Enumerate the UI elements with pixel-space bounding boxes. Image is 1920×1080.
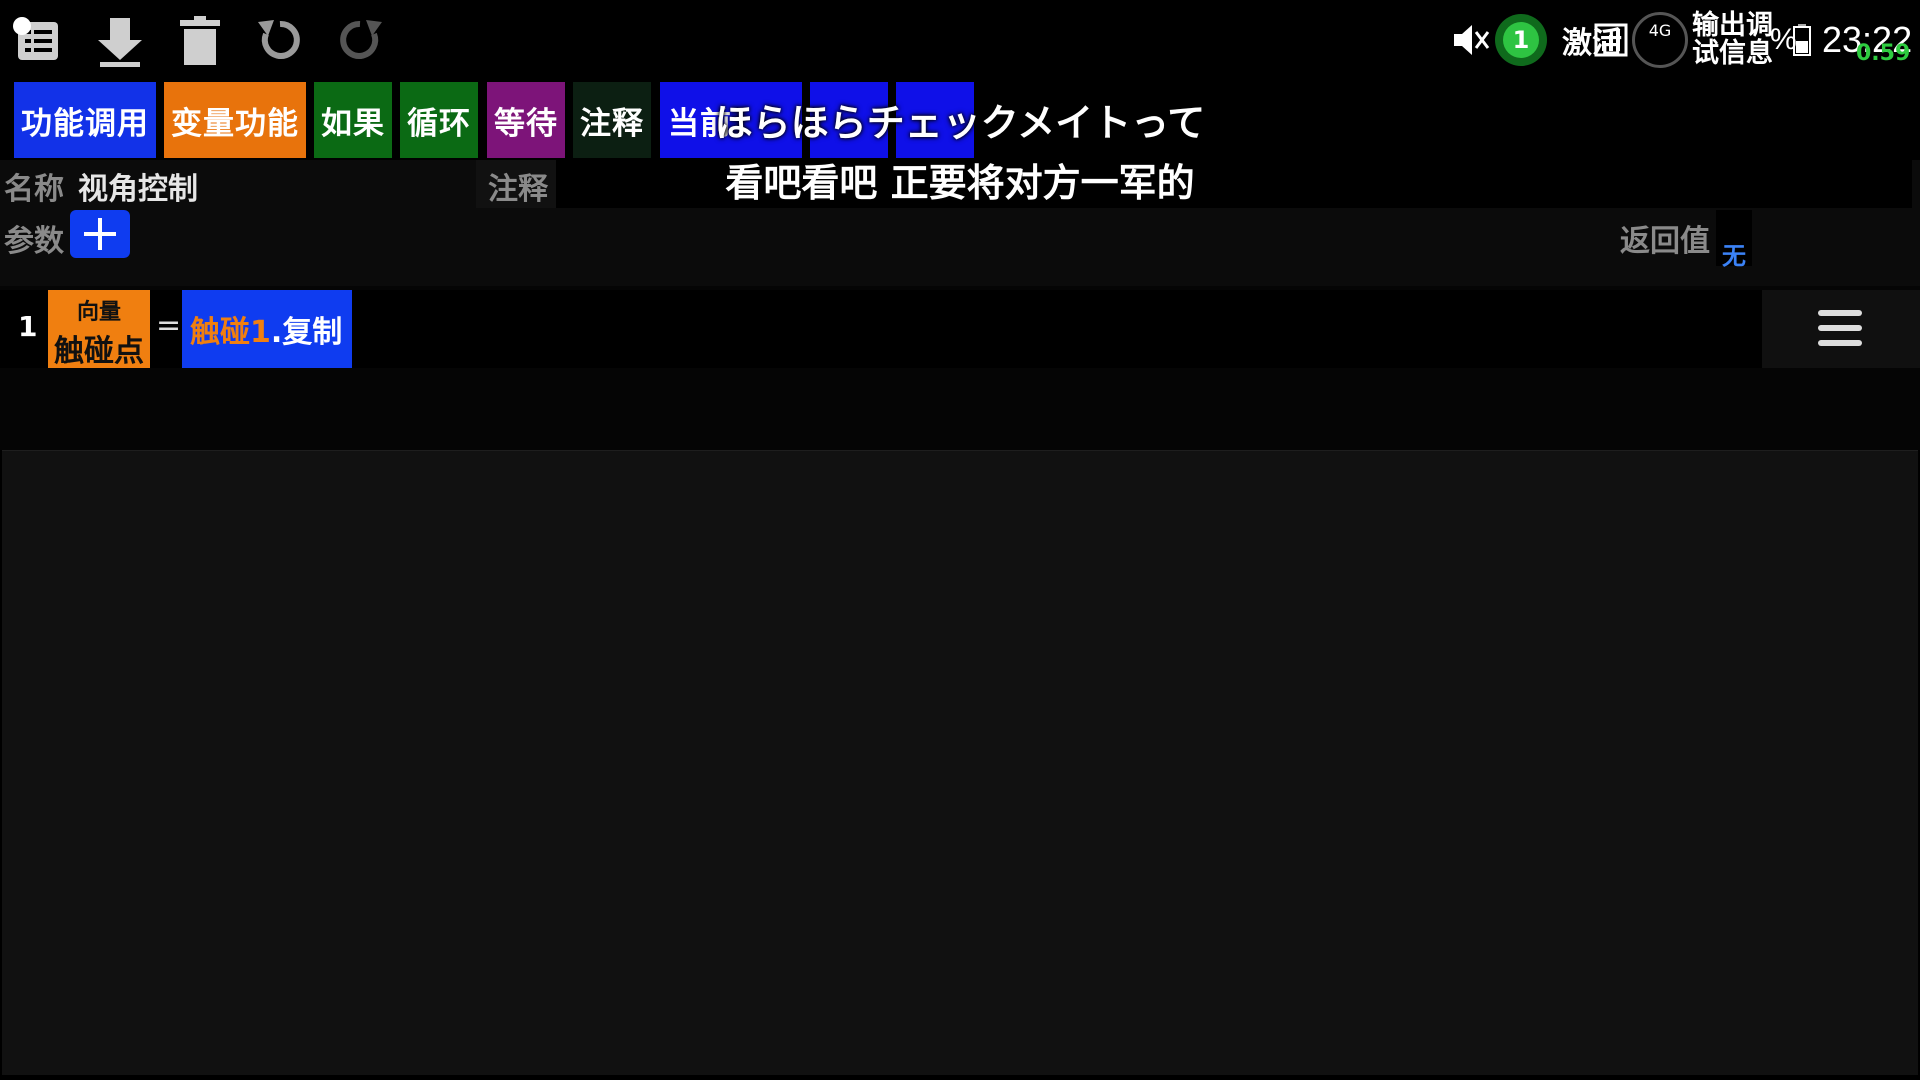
redo-icon[interactable] bbox=[330, 10, 390, 70]
value-method: .复制 bbox=[270, 315, 343, 350]
workspace-canvas[interactable] bbox=[2, 450, 1918, 1075]
return-value: 无 bbox=[1722, 242, 1746, 270]
return-label: 返回值 bbox=[1620, 224, 1710, 259]
mute-icon bbox=[1450, 10, 1490, 70]
value-block[interactable]: 触碰1 .复制 bbox=[182, 290, 352, 368]
params-row: 参数 返回值 无 bbox=[0, 208, 1920, 286]
line-number: 1 bbox=[18, 310, 38, 343]
subtitle-line-2: 看吧看吧 正要将对方一军的 bbox=[725, 161, 1195, 205]
list-icon[interactable] bbox=[8, 10, 68, 70]
add-param-button[interactable] bbox=[70, 210, 130, 258]
debug-output-toggle[interactable]: 输出调 试信息 bbox=[1692, 10, 1773, 70]
variable-block[interactable]: 向量 触碰点 bbox=[48, 290, 150, 369]
top-toolbar: 1 激活 4G 输出调 试信息 % 23:22 0.59 bbox=[0, 0, 1920, 80]
assign-operator: = bbox=[156, 308, 182, 343]
return-value-box[interactable]: 无 bbox=[1716, 210, 1752, 270]
variable-name: 触碰点 bbox=[54, 334, 144, 369]
params-label: 参数 bbox=[4, 224, 64, 259]
value-object: 触碰1 bbox=[190, 315, 271, 350]
network-indicator: 4G bbox=[1632, 10, 1688, 70]
variable-type: 向量 bbox=[76, 300, 121, 325]
code-line-1[interactable]: 1 向量 触碰点 = 触碰1 .复制 bbox=[0, 290, 1762, 369]
speed-readout: 0.59 bbox=[1856, 38, 1910, 68]
line-menu-button[interactable] bbox=[1762, 290, 1920, 368]
output-line-1: 输出调 bbox=[1692, 10, 1773, 41]
subtitle-line-1: ほらほらチェックメイトって bbox=[714, 101, 1206, 145]
plus-icon bbox=[84, 218, 116, 250]
trash-icon[interactable] bbox=[170, 10, 230, 70]
download-icon[interactable] bbox=[90, 10, 150, 70]
hamburger-icon bbox=[1818, 310, 1862, 346]
speed-value: 0.59 bbox=[1856, 40, 1911, 66]
signal-icon bbox=[1594, 10, 1628, 70]
notification-count: 1 bbox=[1503, 22, 1539, 58]
notification-badge: 1 bbox=[1495, 10, 1547, 70]
battery-icon bbox=[1792, 10, 1812, 70]
undo-icon[interactable] bbox=[250, 10, 310, 70]
network-type: 4G bbox=[1648, 21, 1672, 40]
output-line-2: 试信息 bbox=[1692, 38, 1773, 69]
